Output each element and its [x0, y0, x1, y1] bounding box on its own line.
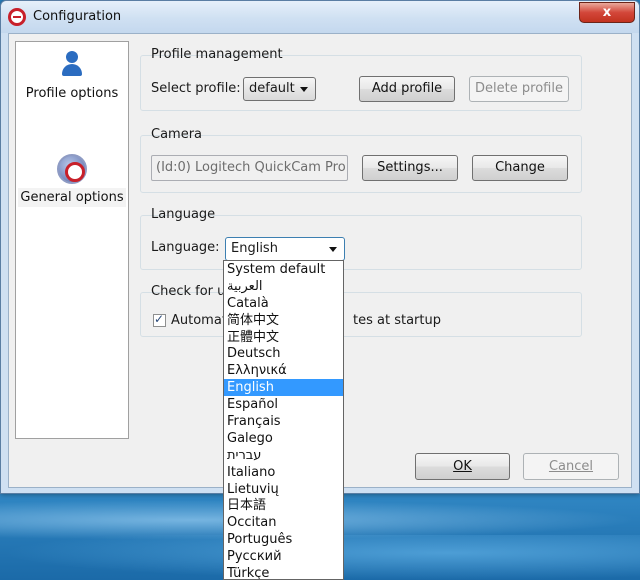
language-select[interactable]: English — [225, 237, 345, 261]
sidebar-item-label: Profile options — [25, 86, 119, 101]
options-sidebar: Profile options General options — [15, 41, 129, 439]
auto-update-checkbox[interactable] — [153, 312, 166, 327]
language-option[interactable]: Русский — [224, 548, 343, 565]
camera-change-button[interactable]: Change — [472, 155, 568, 181]
language-option[interactable]: Lietuvių — [224, 481, 343, 498]
language-option[interactable]: Português — [224, 531, 343, 548]
group-title: Profile management — [151, 47, 283, 62]
close-button[interactable]: x — [579, 2, 635, 23]
profile-select[interactable]: default — [243, 77, 316, 101]
sidebar-item-general-options[interactable]: General options — [18, 154, 126, 212]
language-group: Language Language: English — [140, 207, 582, 270]
camera-device-field: (Id:0) Logitech QuickCam Pro 9000 — [151, 155, 348, 181]
title-bar[interactable]: Configuration x — [1, 1, 639, 33]
profile-management-group: Profile management Select profile: defau… — [140, 47, 582, 111]
language-option[interactable]: 简体中文 — [224, 312, 343, 329]
group-title: Language — [151, 207, 216, 222]
language-option[interactable]: System default — [224, 261, 343, 278]
language-option[interactable]: العربية — [224, 278, 343, 295]
camera-group: Camera (Id:0) Logitech QuickCam Pro 9000… — [140, 127, 582, 193]
select-profile-label: Select profile: — [151, 81, 241, 96]
chevron-down-icon — [329, 247, 337, 252]
cancel-button-label: Cancel — [548, 458, 594, 474]
check-for-updates-group: Check for up Automati tes at startup — [140, 284, 582, 337]
language-option[interactable]: עברית — [224, 447, 343, 464]
sidebar-item-label: General options — [18, 188, 126, 207]
language-option[interactable]: Galego — [224, 430, 343, 447]
auto-update-label-prefix: Automati — [171, 313, 231, 328]
language-option[interactable]: 日本語 — [224, 497, 343, 514]
auto-update-label-suffix: tes at startup — [353, 313, 441, 328]
chevron-down-icon — [300, 87, 308, 92]
language-option[interactable]: English — [224, 379, 343, 397]
language-option[interactable]: 正體中文 — [224, 329, 343, 346]
language-dropdown-list[interactable]: System default العربية Català 简体中文 正體中文 Deuts… — [223, 260, 344, 580]
ok-button[interactable]: OK — [415, 453, 510, 480]
language-option[interactable]: Occitan — [224, 514, 343, 531]
language-option[interactable]: Ελληνικά — [224, 362, 343, 379]
group-title: Check for up — [151, 284, 234, 299]
profile-select-value: default — [249, 81, 295, 96]
language-option[interactable]: Català — [224, 295, 343, 312]
window-title: Configuration — [33, 9, 122, 24]
language-select-value: English — [231, 241, 278, 256]
person-icon — [59, 50, 85, 80]
language-option[interactable]: Deutsch — [224, 345, 343, 362]
language-option[interactable]: Español — [224, 396, 343, 413]
language-label: Language: — [151, 240, 220, 255]
language-option[interactable]: Italiano — [224, 464, 343, 481]
language-option[interactable]: Français — [224, 413, 343, 430]
app-icon — [8, 8, 26, 26]
delete-profile-button[interactable]: Delete profile — [469, 76, 569, 102]
general-options-icon — [57, 154, 87, 184]
sidebar-item-profile-options[interactable]: Profile options — [18, 50, 126, 110]
camera-settings-button[interactable]: Settings... — [362, 155, 458, 181]
add-profile-button[interactable]: Add profile — [359, 76, 455, 102]
group-title: Camera — [151, 127, 203, 142]
language-option[interactable]: Türkçe — [224, 565, 343, 579]
ok-button-label: OK — [453, 458, 472, 474]
cancel-button[interactable]: Cancel — [523, 453, 619, 480]
